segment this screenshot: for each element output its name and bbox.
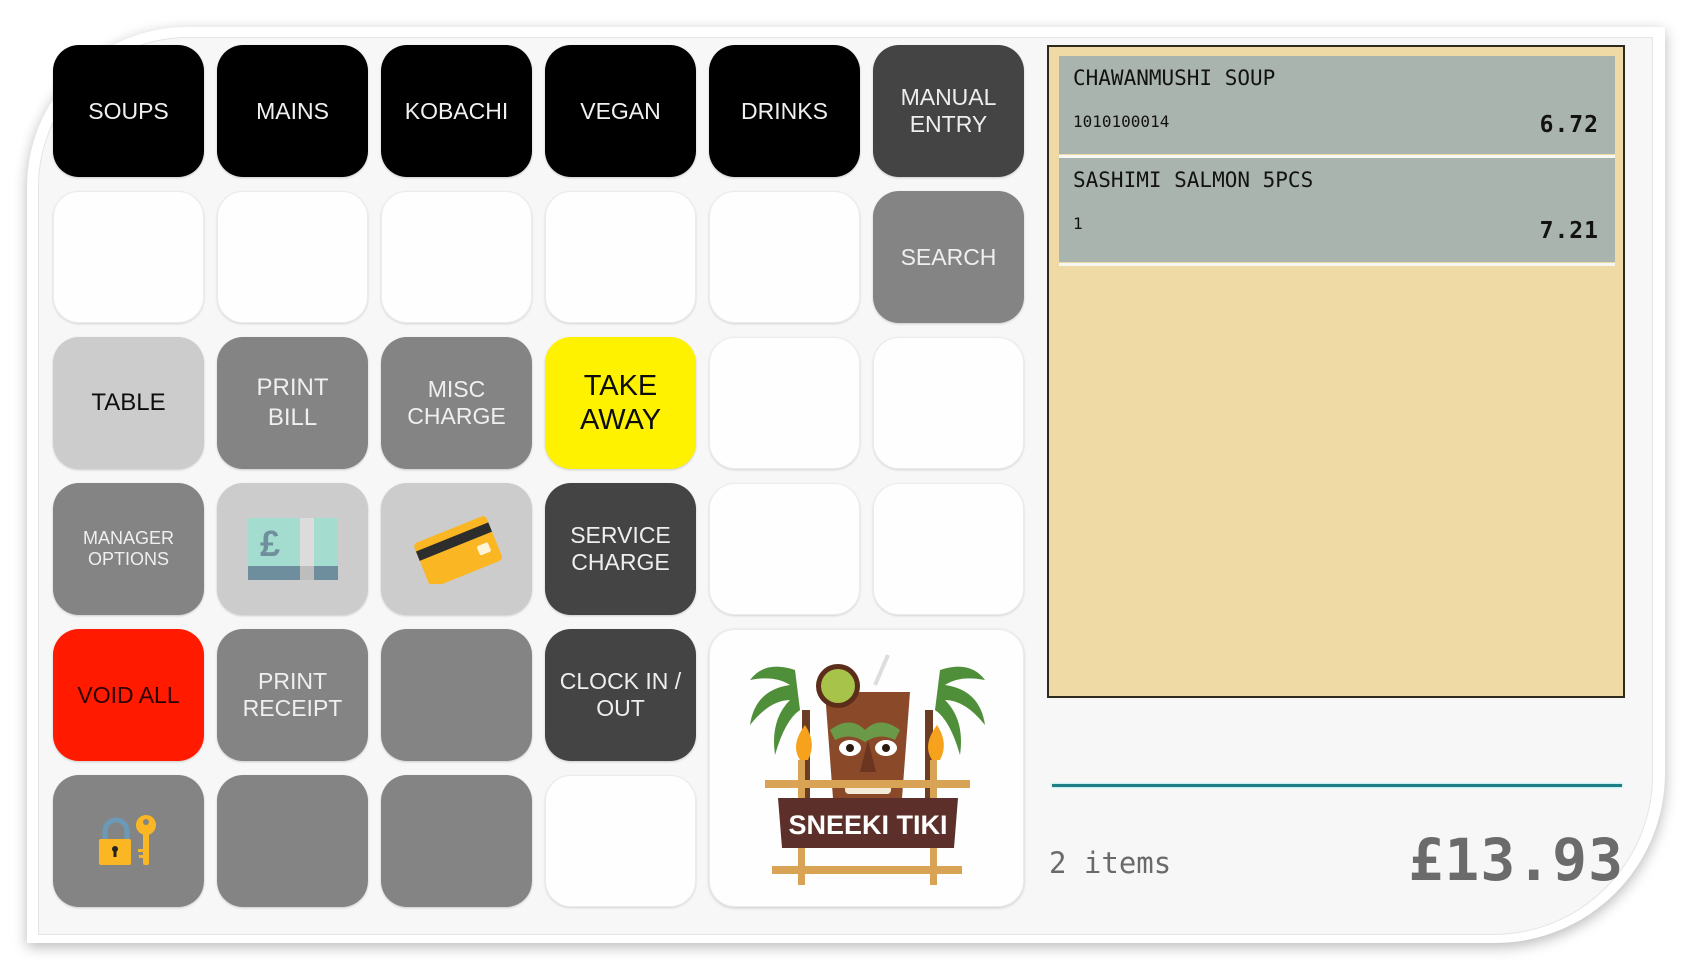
button-label: DRINKS — [741, 97, 828, 124]
blank-action-button[interactable] — [381, 775, 532, 907]
empty-slot-button[interactable] — [873, 483, 1024, 615]
table-button[interactable]: TABLE — [53, 337, 204, 469]
take-away-button[interactable]: TAKE AWAY — [545, 337, 696, 469]
cash-payment-button[interactable]: £ — [217, 483, 368, 615]
button-label: SEARCH — [900, 243, 997, 270]
empty-slot-button[interactable] — [709, 191, 860, 323]
empty-slot-button[interactable] — [53, 191, 204, 323]
category-drinks-button[interactable]: DRINKS — [709, 45, 860, 177]
blank-action-button[interactable] — [381, 629, 532, 761]
empty-slot-button[interactable] — [217, 191, 368, 323]
button-label: MANUAL ENTRY — [900, 84, 997, 137]
order-receipt-panel: CHAWANMUSHI SOUP 1010100014 6.72 SASHIMI… — [1047, 45, 1625, 698]
item-price: 7.21 — [1539, 218, 1599, 244]
item-count: 2 items — [1049, 846, 1172, 880]
category-kobachi-button[interactable]: KOBACHI — [381, 45, 532, 177]
svg-text:£: £ — [259, 523, 279, 564]
category-mains-button[interactable]: MAINS — [217, 45, 368, 177]
order-total: £13.93 — [1408, 826, 1624, 894]
service-charge-button[interactable]: SERVICE CHARGE — [545, 483, 696, 615]
button-label: CLOCK IN / OUT — [559, 668, 682, 721]
button-label: SOUPS — [88, 97, 169, 124]
lock-key-icon — [98, 815, 156, 865]
print-bill-button[interactable]: PRINT BILL — [217, 337, 368, 469]
empty-slot-button[interactable] — [873, 337, 1024, 469]
empty-slot-button[interactable] — [709, 483, 860, 615]
button-label: TABLE — [91, 389, 166, 416]
empty-slot-button[interactable] — [709, 337, 860, 469]
clock-in-out-button[interactable]: CLOCK IN / OUT — [545, 629, 696, 761]
void-all-button[interactable]: VOID ALL — [53, 629, 204, 761]
search-button[interactable]: SEARCH — [873, 191, 1024, 323]
lock-screen-button[interactable] — [53, 775, 204, 907]
item-price: 6.72 — [1539, 112, 1599, 138]
button-label: MAINS — [256, 97, 329, 124]
category-soups-button[interactable]: SOUPS — [53, 45, 204, 177]
logo-text: SNEEKI TIKI — [788, 810, 947, 840]
print-receipt-button[interactable]: PRINT RECEIPT — [217, 629, 368, 761]
button-label: PRINT BILL — [256, 374, 329, 431]
empty-slot-button[interactable] — [545, 775, 696, 907]
button-label: VEGAN — [580, 97, 661, 124]
button-label: MANAGER OPTIONS — [82, 528, 174, 569]
total-divider — [1052, 784, 1622, 787]
brand-logo-tile: SNEEKI TIKI — [709, 629, 1024, 907]
item-code: 1010100014 — [1073, 112, 1170, 131]
button-label: PRINT RECEIPT — [242, 668, 343, 721]
button-label: KOBACHI — [404, 97, 509, 124]
category-vegan-button[interactable]: VEGAN — [545, 45, 696, 177]
item-code: 1 — [1073, 214, 1083, 233]
manual-entry-button[interactable]: MANUAL ENTRY — [873, 45, 1024, 177]
misc-charge-button[interactable]: MISC CHARGE — [381, 337, 532, 469]
button-label: TAKE AWAY — [579, 370, 662, 436]
item-name: SASHIMI SALMON 5PCS — [1073, 168, 1314, 192]
blank-action-button[interactable] — [217, 775, 368, 907]
cash-pound-icon: £ — [247, 518, 338, 580]
sneeki-tiki-logo: SNEEKI TIKI — [750, 654, 985, 885]
item-name: CHAWANMUSHI SOUP — [1073, 66, 1276, 90]
manager-options-button[interactable]: MANAGER OPTIONS — [53, 483, 204, 615]
button-label: MISC CHARGE — [407, 376, 506, 429]
credit-card-icon — [413, 516, 502, 584]
empty-slot-button[interactable] — [545, 191, 696, 323]
button-label: SERVICE CHARGE — [570, 522, 671, 575]
empty-slot-button[interactable] — [381, 191, 532, 323]
card-payment-button[interactable] — [381, 483, 532, 615]
button-label: VOID ALL — [77, 681, 180, 708]
order-line-item[interactable]: SASHIMI SALMON 5PCS 1 7.21 — [1059, 158, 1615, 266]
order-line-item[interactable]: CHAWANMUSHI SOUP 1010100014 6.72 — [1059, 56, 1615, 158]
